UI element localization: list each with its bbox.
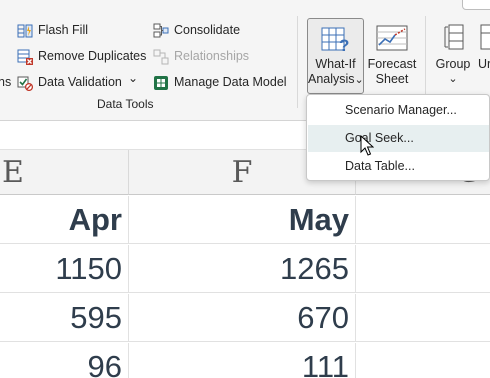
cell-f-header[interactable]: May [129, 196, 356, 244]
menu-item-label: Goal Seek... [345, 131, 414, 145]
consolidate-icon [153, 23, 169, 38]
menu-item-label: Scenario Manager... [345, 103, 457, 117]
cell-f-row3[interactable]: 111 [129, 343, 356, 378]
svg-text:?: ? [339, 36, 349, 53]
relationships-icon [153, 49, 169, 65]
manage-data-model-label: Manage Data Model [174, 75, 287, 89]
cell-g-empty[interactable] [356, 294, 490, 342]
popup-corner [462, 0, 490, 10]
forecast-sheet-label-line1: Forecast [367, 57, 417, 71]
remove-duplicates-label: Remove Duplicates [38, 49, 147, 63]
column-header-e[interactable]: E [0, 150, 129, 195]
data-tools-group-label: Data Tools [97, 97, 154, 111]
menu-item-scenario-manager[interactable]: Scenario Manager... [308, 97, 489, 124]
remove-duplicates-icon [17, 49, 33, 65]
ungroup-button[interactable]: Ur [476, 19, 490, 95]
forecast-sheet-button[interactable]: Forecast Sheet [367, 19, 417, 95]
relationships-button: Relationships [153, 48, 253, 66]
flash-fill-button[interactable]: Flash Fill [17, 22, 137, 40]
menu-item-label: Data Table... [345, 159, 415, 173]
cell-e-header[interactable]: Apr [0, 196, 129, 244]
cell-e-row1[interactable]: 1150 [0, 245, 129, 293]
mouse-cursor-icon [360, 135, 374, 156]
what-if-analysis-label-line2-wrap: Analysis⌄ [308, 72, 364, 88]
cell-f-row1[interactable]: 1265 [129, 245, 356, 293]
data-validation-button[interactable]: Data Validation ⌄ [17, 71, 141, 92]
consolidate-button[interactable]: Consolidate [153, 22, 253, 40]
cell-e-row3[interactable]: 96 [0, 343, 129, 378]
forecast-sheet-icon [376, 25, 408, 51]
group-icon [444, 24, 464, 50]
group-label: Group [435, 57, 471, 71]
cell-g-empty[interactable] [356, 196, 490, 244]
remove-duplicates-button[interactable]: Remove Duplicates [17, 48, 147, 66]
menu-item-goal-seek[interactable]: Goal Seek... [308, 125, 489, 152]
chevron-down-icon: ⌄ [448, 73, 458, 85]
relationships-label: Relationships [174, 49, 250, 63]
flash-fill-icon [17, 24, 33, 38]
what-if-analysis-label-line1: What-If [315, 57, 356, 71]
what-if-analysis-menu: Scenario Manager... Goal Seek... Data Ta… [306, 94, 490, 181]
ungroup-icon [480, 24, 490, 50]
forecast-sheet-label-line2: Sheet [375, 72, 409, 86]
menu-item-data-table[interactable]: Data Table... [308, 153, 489, 180]
what-if-analysis-icon: ? [321, 27, 349, 53]
chevron-down-icon: ⌄ [354, 74, 364, 86]
cell-g-empty[interactable] [356, 343, 490, 378]
cell-e-row2[interactable]: 595 [0, 294, 129, 342]
data-validation-icon [17, 76, 33, 91]
manage-data-model-button[interactable]: Manage Data Model [153, 74, 288, 92]
what-if-analysis-button[interactable]: ? What-If Analysis⌄ [307, 18, 364, 94]
cell-f-row2[interactable]: 670 [129, 294, 356, 342]
clipped-ribbon-label: ns [0, 75, 12, 89]
consolidate-label: Consolidate [174, 23, 241, 37]
what-if-analysis-label-line2: Analysis [308, 72, 355, 86]
group-separator [297, 16, 298, 108]
data-validation-label: Data Validation [38, 75, 122, 89]
data-model-icon [154, 76, 168, 90]
ungroup-label: Ur [478, 57, 490, 71]
chevron-down-icon: ⌄ [128, 71, 139, 85]
flash-fill-label: Flash Fill [38, 23, 89, 37]
group-button[interactable]: Group ⌄ [433, 19, 473, 95]
cell-g-empty[interactable] [356, 245, 490, 293]
